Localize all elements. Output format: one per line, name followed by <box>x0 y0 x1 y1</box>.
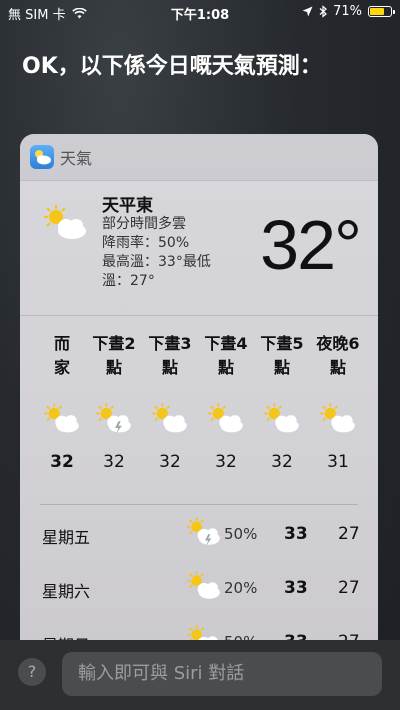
daily-row: 星期五 50% 33 27 <box>20 514 378 554</box>
precip-percent: 50% <box>224 525 258 543</box>
status-bar: 無 SIM 卡 下午1:08 71% <box>0 0 400 24</box>
partly-sunny-icon <box>34 402 90 438</box>
thunderstorm-icon <box>186 516 222 552</box>
card-header[interactable]: 天氣 <box>20 134 378 181</box>
weather-card[interactable]: 天氣 天平東 部分時間多雲 降雨率：50% 最高溫：33°最低 溫：27° 32 <box>20 134 378 710</box>
hour-label: 下晝4 點 <box>204 334 248 377</box>
hour-label: 下晝2 點 <box>92 334 136 377</box>
hourly-item: 而家 32 <box>34 332 90 472</box>
thunderstorm-icon <box>86 402 142 438</box>
hourly-item: 下晝3 點 32 <box>142 332 198 472</box>
app-name-label: 天氣 <box>60 149 93 168</box>
siri-text-input[interactable]: 輸入即可與 Siri 對話 <box>62 652 382 696</box>
partly-sunny-icon <box>186 570 222 606</box>
siri-input-bar: ? 輸入即可與 Siri 對話 <box>0 640 400 710</box>
battery-percent: 71% <box>333 4 362 19</box>
hour-temperature: 31 <box>327 452 349 472</box>
bluetooth-icon <box>319 5 328 18</box>
hour-temperature: 32 <box>215 452 237 472</box>
hourly-item: 夜晚6點 31 <box>310 332 366 472</box>
hour-label: 而家 <box>53 334 70 377</box>
location-arrow-icon <box>302 6 313 17</box>
high-temp: 33 <box>284 578 308 598</box>
partly-sunny-icon <box>42 203 90 247</box>
hourly-item: 下晝5 點 32 <box>254 332 310 472</box>
hour-label: 夜晚6點 <box>316 334 360 377</box>
partly-sunny-icon <box>254 402 310 438</box>
hour-temperature: 32 <box>50 452 74 472</box>
partly-sunny-icon <box>142 402 198 438</box>
hour-temperature: 32 <box>103 452 125 472</box>
hour-temperature: 32 <box>159 452 181 472</box>
hour-label: 下晝5 點 <box>260 334 304 377</box>
high-temp: 33 <box>284 524 308 544</box>
current-temperature: 32° <box>260 206 362 284</box>
battery-fill <box>370 8 385 15</box>
daily-row: 星期六 20% 33 27 <box>20 568 378 608</box>
location-name: 天平東 <box>102 196 153 216</box>
siri-response-text: OK，以下係今日嘅天氣預測： <box>22 54 322 79</box>
hourly-item: 下晝4 點 32 <box>198 332 254 472</box>
precip-percent: 20% <box>224 579 258 597</box>
partly-sunny-icon <box>198 402 254 438</box>
condition-text: 部分時間多雲 <box>102 216 186 232</box>
status-right: 71% <box>302 4 395 19</box>
current-details: 部分時間多雲 降雨率：50% 最高溫：33°最低 溫：27° <box>102 215 211 291</box>
weather-app-icon <box>30 145 54 169</box>
hour-label: 下晝3 點 <box>148 334 192 377</box>
daily-divider <box>40 504 358 505</box>
partly-sunny-icon <box>310 402 366 438</box>
day-label: 星期五 <box>42 528 91 547</box>
day-label: 星期六 <box>42 582 91 601</box>
low-temp: 27 <box>338 524 360 544</box>
battery-icon <box>368 6 395 17</box>
hourly-forecast: 而家 32 下晝2 點 32 下晝3 點 32 下晝4 點 32 下晝5 點 32 夜晚6點 31 <box>20 316 378 506</box>
help-button[interactable]: ? <box>18 658 46 686</box>
current-conditions: 天平東 部分時間多雲 降雨率：50% 最高溫：33°最低 溫：27° 32° <box>20 181 378 316</box>
low-temp-text: 溫：27° <box>102 273 155 289</box>
hour-temperature: 32 <box>271 452 293 472</box>
hi-lo-text: 最高溫：33°最低 <box>102 254 211 270</box>
hourly-item: 下晝2 點 32 <box>86 332 142 472</box>
precip-chance: 降雨率：50% <box>102 235 190 251</box>
low-temp: 27 <box>338 578 360 598</box>
